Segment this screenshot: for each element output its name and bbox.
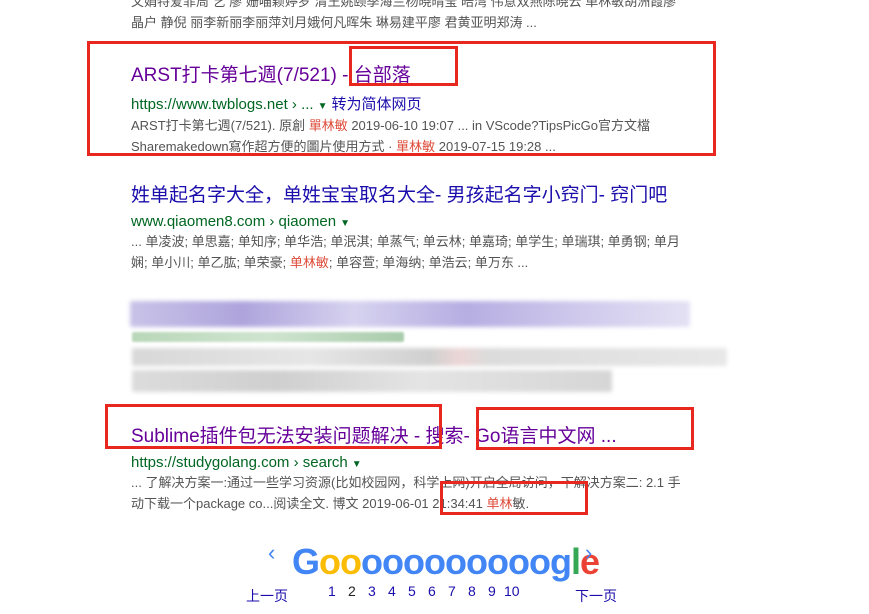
page-number-7[interactable]: 7 (448, 583, 456, 599)
search-result-2: 姓单起名字大全，单姓宝宝取名大全- 男孩起名字小窍门- 窍门吧 www.qiao… (131, 180, 731, 273)
logo-letter: G (292, 541, 320, 582)
snippet-line-2: 动下载一个package co...阅读全文. 博文 2019-06-01 21… (131, 493, 731, 514)
logo-letter: g (550, 541, 572, 582)
snippet-text: 娴; 单小川; 单乙肱; 单荣豪; (131, 255, 290, 270)
annotation-box-site-name-3 (476, 407, 694, 450)
result-title-link[interactable]: 姓单起名字大全，单姓宝宝取名大全- 男孩起名字小窍门- 窍门吧 (131, 180, 731, 207)
next-page-link[interactable]: 下一页 (575, 586, 617, 606)
snippet-text: 动下载一个package co...阅读全文. 博文 2019-06-01 21… (131, 496, 487, 511)
logo-letter: l (571, 541, 581, 582)
dropdown-arrow-icon[interactable]: ▼ (340, 218, 350, 229)
snippet-text: ; 单容萱; 单海纳; 单浩云; 单万东 ... (328, 255, 529, 270)
result-snippet: ... 了解决方案一:通过一些学习资源(比如校园网，科学上网)开启全局访问，下解… (131, 472, 731, 514)
previous-page-link[interactable]: 上一页 (246, 586, 288, 606)
chevron-left-icon[interactable]: ‹ (268, 540, 275, 566)
page-number-10[interactable]: 10 (504, 583, 520, 599)
logo-letter: o (424, 541, 446, 582)
partial-result-snippet: 文娟特爱菲周 艺 廖 姗喵颖婷罗 清王姚颐季海兰杨晓晴莹 晧湾 伟意双燕陈晓云 … (131, 0, 751, 33)
result-url-text[interactable]: https://studygolang.com › search (131, 454, 348, 471)
partial-snippet-line-1: 文娟特爱菲周 艺 廖 姗喵颖婷罗 清王姚颐季海兰杨晓晴莹 晧湾 伟意双燕陈晓云 … (131, 0, 677, 9)
snippet-highlight: 单林敏 (289, 255, 329, 270)
page-number-6[interactable]: 6 (428, 583, 436, 599)
annotation-box-author-3 (440, 481, 588, 515)
page-number-3[interactable]: 3 (368, 583, 376, 599)
page-number-9[interactable]: 9 (488, 583, 496, 599)
blurred-snippet-1 (132, 348, 727, 366)
page-number-4[interactable]: 4 (388, 583, 396, 599)
logo-letter: o (403, 541, 425, 582)
snippet-line-2: 娴; 单小川; 单乙肱; 单荣豪; 单林敏; 单容萱; 单海纳; 单浩云; 单万… (131, 252, 731, 273)
blurred-snippet-2 (132, 370, 612, 392)
logo-letter: o (382, 541, 404, 582)
dropdown-arrow-icon[interactable]: ▼ (352, 459, 362, 470)
result-snippet: ... 单凌波; 单思嘉; 单知序; 单华浩; 单泯淇; 单蒸气; 单云林; 单… (131, 231, 731, 273)
blurred-title (130, 301, 690, 327)
logo-letter: o (508, 541, 530, 582)
result-url: www.qiaomen8.com › qiaomen ▼ (131, 213, 731, 230)
logo-letter: o (340, 541, 362, 582)
logo-letter: o (361, 541, 383, 582)
snippet-line-1: ... 了解决方案一:通过一些学习资源(比如校园网，科学上网)开启全局访问，下解… (131, 475, 681, 490)
result-url: https://studygolang.com › search ▼ (131, 454, 731, 471)
annotation-box-title-3 (105, 404, 442, 449)
annotation-box-site-name-1 (349, 46, 458, 86)
page-number-5[interactable]: 5 (408, 583, 416, 599)
page-number-8[interactable]: 8 (468, 583, 476, 599)
chevron-right-icon[interactable]: › (585, 540, 592, 566)
snippet-line-1: ... 单凌波; 单思嘉; 单知序; 单华浩; 单泯淇; 单蒸气; 单云林; 单… (131, 234, 680, 249)
logo-letter: o (529, 541, 551, 582)
blurred-result (0, 296, 869, 396)
google-logo: Gooooooooooogle (292, 541, 600, 583)
result-url-text[interactable]: www.qiaomen8.com › qiaomen (131, 213, 336, 230)
logo-letter: o (319, 541, 341, 582)
logo-letter: o (466, 541, 488, 582)
logo-letter: o (487, 541, 509, 582)
logo-letter: o (445, 541, 467, 582)
page-number-1[interactable]: 1 (328, 583, 336, 599)
page-number-2: 2 (348, 583, 356, 599)
blurred-url (132, 332, 404, 342)
partial-snippet-line-2: 晶户 静倪 丽李新丽李丽萍刘月娥何凡晖朱 琳易建平廖 君黄亚明郑涛 ... (131, 15, 537, 30)
